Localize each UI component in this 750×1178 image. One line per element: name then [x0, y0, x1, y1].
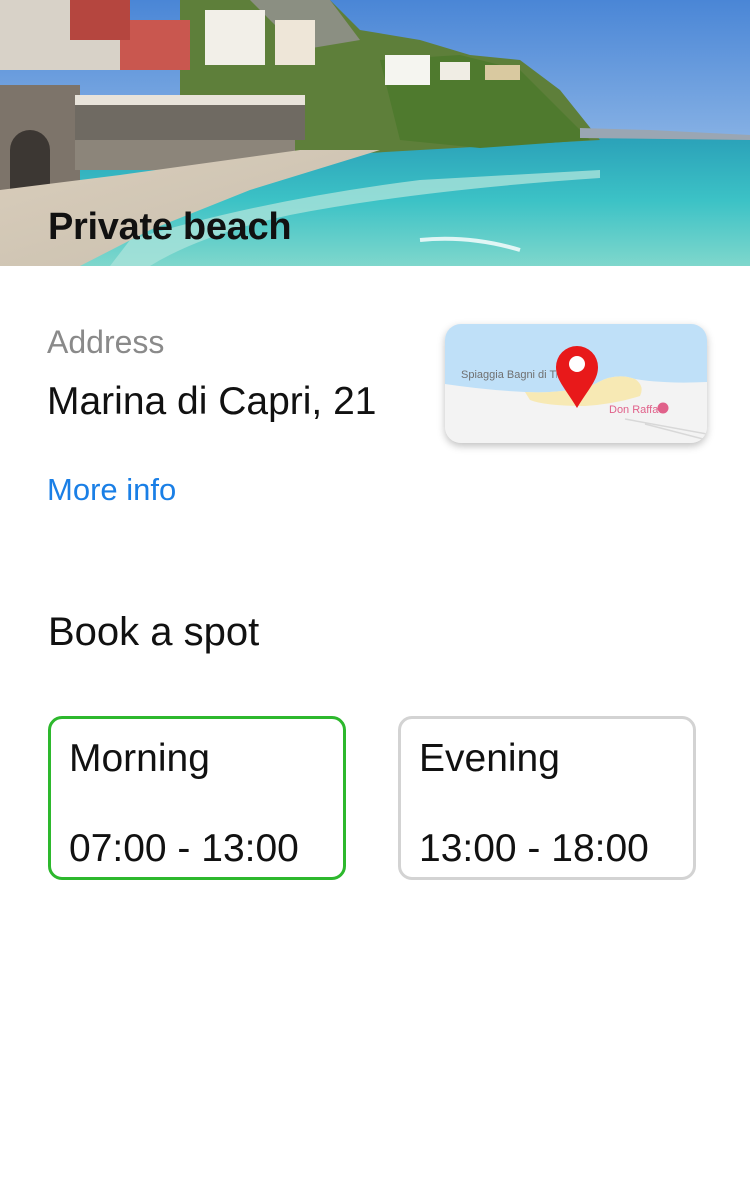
time-slot-morning[interactable]: Morning 07:00 - 13:00 — [48, 716, 346, 880]
location-pin-icon — [556, 346, 669, 414]
hero-image: Private beach — [0, 0, 750, 266]
slot-time: 13:00 - 18:00 — [419, 827, 649, 870]
slot-time: 07:00 - 13:00 — [69, 827, 299, 870]
slot-name: Evening — [419, 737, 560, 780]
slot-name: Morning — [69, 737, 210, 780]
section-title-book-a-spot: Book a spot — [48, 610, 260, 654]
address-value: Marina di Capri, 21 — [47, 380, 377, 423]
address-label: Address — [47, 324, 165, 360]
time-slot-evening[interactable]: Evening 13:00 - 18:00 — [398, 716, 696, 880]
more-info-link[interactable]: More info — [47, 472, 176, 508]
page-title: Private beach — [48, 206, 292, 248]
map-thumbnail[interactable]: Spiaggia Bagni di Tiberio Don Raffaè — [445, 324, 707, 443]
